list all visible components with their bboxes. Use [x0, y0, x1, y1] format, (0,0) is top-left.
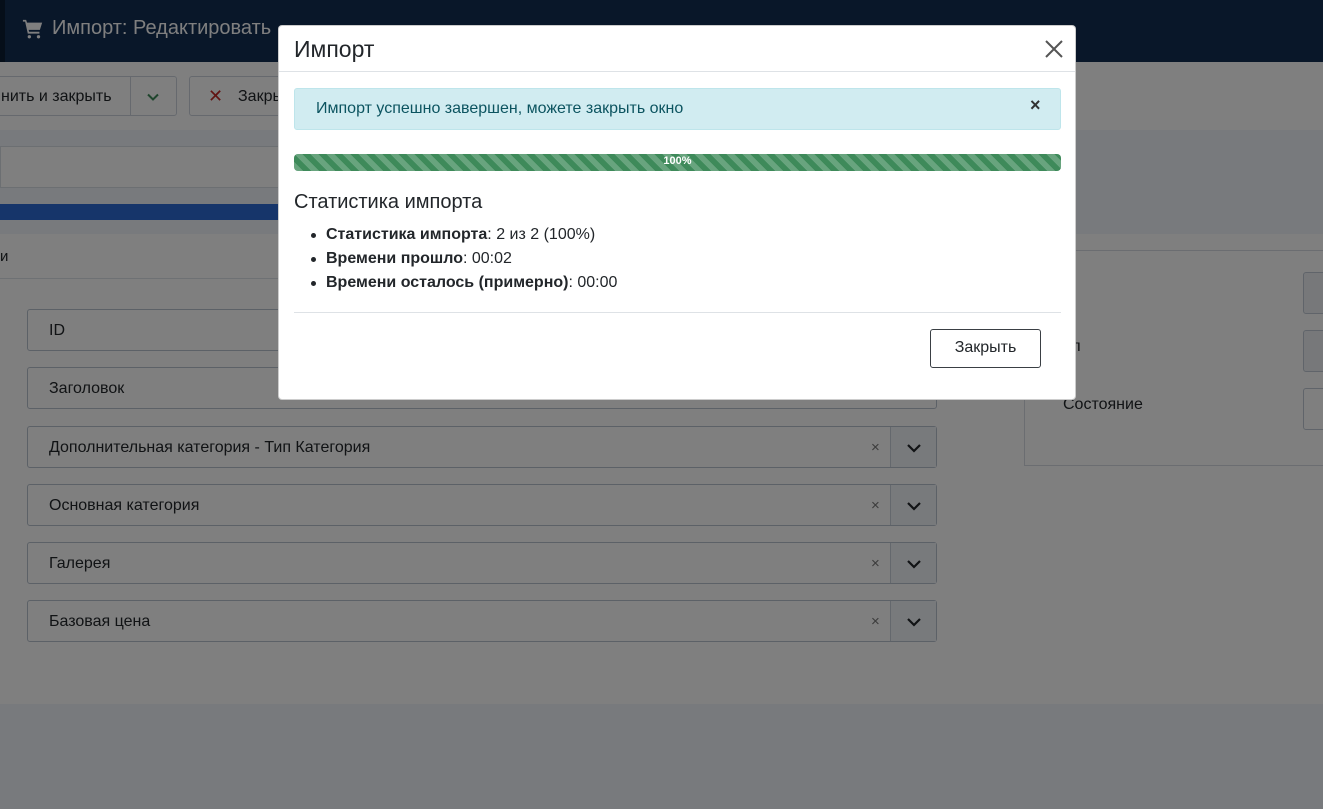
- import-modal: Импорт Импорт успешно завершен, можете з…: [278, 25, 1076, 400]
- list-item: Времени прошло: 00:02: [294, 249, 1054, 273]
- stat-label: Статистика импорта: [326, 226, 488, 243]
- modal-header: Импорт: [279, 26, 1075, 72]
- modal-title: Импорт: [294, 36, 375, 62]
- alert-message: Импорт успешно завершен, можете закрыть …: [316, 100, 684, 117]
- alert-dismiss-icon[interactable]: ×: [1030, 95, 1041, 116]
- stat-label: Времени прошло: [326, 250, 463, 267]
- stats-heading: Статистика импорта: [294, 191, 483, 213]
- success-alert: Импорт успешно завершен, можете закрыть …: [294, 88, 1061, 130]
- stats-list: Статистика импорта: 2 из 2 (100%) Времен…: [294, 225, 1054, 297]
- stat-value: : 00:02: [462, 250, 512, 267]
- stat-value: : 2 из 2 (100%): [487, 226, 596, 243]
- bullet: [311, 281, 316, 286]
- close-icon[interactable]: [1043, 38, 1065, 60]
- bullet: [311, 257, 316, 262]
- modal-footer-divider: [294, 312, 1061, 313]
- progress-fill: 100%: [294, 154, 1061, 171]
- import-progress-bar: 100%: [294, 154, 1061, 171]
- stat-label: Времени осталось (примерно): [326, 274, 569, 291]
- close-button-label: Закрыть: [954, 339, 1017, 356]
- stat-value: : 00:00: [568, 274, 618, 291]
- list-item: Времени осталось (примерно): 00:00: [294, 273, 1054, 297]
- bullet: [311, 233, 316, 238]
- list-item: Статистика импорта: 2 из 2 (100%): [294, 225, 1054, 249]
- progress-label: 100%: [663, 155, 692, 167]
- close-button[interactable]: Закрыть: [930, 329, 1041, 368]
